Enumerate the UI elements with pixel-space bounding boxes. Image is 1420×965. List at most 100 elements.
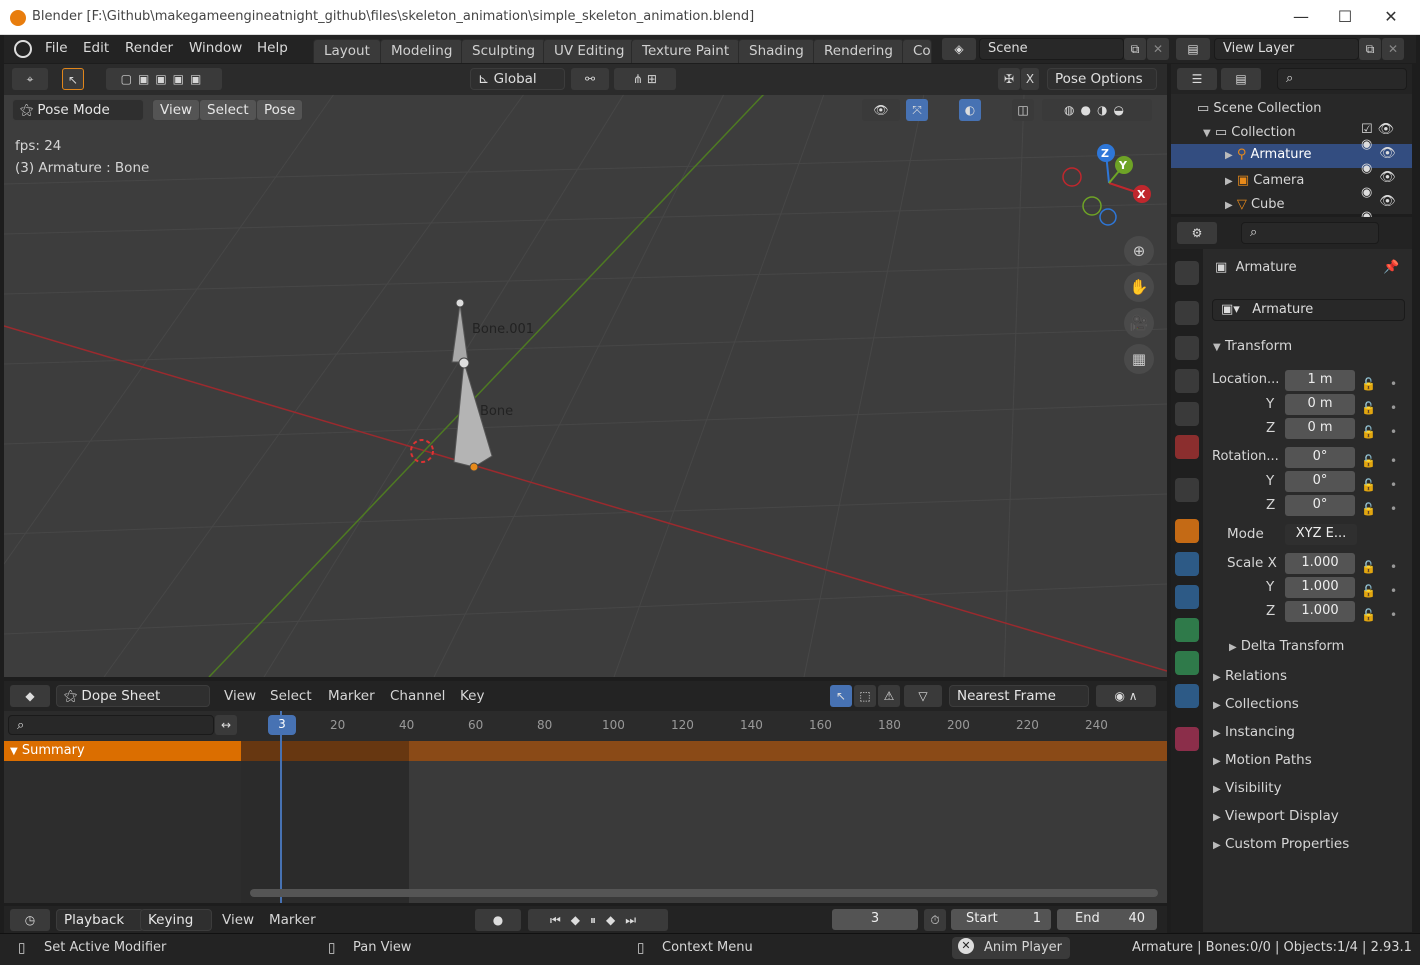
keying-dropdown[interactable]: Keying: [140, 909, 212, 931]
new-view-layer-icon[interactable]: ⧉: [1359, 38, 1381, 60]
rotation-x-field[interactable]: 0°: [1285, 447, 1355, 468]
tool-tab-icon[interactable]: [1175, 261, 1199, 285]
collection-tab-icon[interactable]: [1175, 478, 1199, 502]
shading-mode-icons[interactable]: ◍●◑◒: [1042, 99, 1152, 121]
render-tab-icon[interactable]: [1175, 301, 1199, 325]
maximize-button[interactable]: ☐: [1330, 6, 1360, 28]
object-tab-icon[interactable]: [1175, 519, 1199, 543]
outliner-row-cube[interactable]: ▶ ▽ Cube: [1225, 197, 1285, 212]
constraint-tab-icon[interactable]: [1175, 618, 1199, 642]
rotation-lock-icons[interactable]: 🔓• 🔓• 🔓•: [1361, 449, 1411, 521]
scale-z-field[interactable]: 1.000: [1285, 601, 1355, 622]
3d-viewport[interactable]: Bone.001 Bone ⌖ ↖ ▢▣▣▣▣ ⊾ Global ⚯ ⋔ ⊞ ✠…: [4, 64, 1167, 677]
cancel-job-icon[interactable]: ✕: [958, 938, 974, 954]
modifier-tab-icon[interactable]: [1175, 552, 1199, 576]
tab-layout[interactable]: Layout: [313, 39, 381, 63]
dope-menu-view[interactable]: View: [224, 688, 256, 704]
editor-type-icon[interactable]: ⌖: [12, 68, 48, 90]
gizmo-toggle-icon[interactable]: ⤧: [906, 99, 928, 121]
outliner-search-input[interactable]: ⌕: [1277, 68, 1407, 90]
tab-compositing[interactable]: Co: [902, 39, 932, 63]
bone-tab-icon[interactable]: [1175, 684, 1199, 708]
anim-player-job[interactable]: ✕ Anim Player: [952, 937, 1070, 959]
transform-panel-header[interactable]: ▼ Transform: [1213, 338, 1292, 354]
dope-menu-channel[interactable]: Channel: [390, 688, 445, 704]
outliner-editor-icon[interactable]: ☰: [1177, 68, 1217, 90]
tab-modeling[interactable]: Modeling: [380, 39, 464, 63]
only-selected-icon[interactable]: ↖: [830, 685, 852, 707]
relations-panel[interactable]: ▶ Relations: [1213, 668, 1287, 684]
tab-texture-paint[interactable]: Texture Paint: [631, 39, 741, 63]
orientation-dropdown[interactable]: ⊾ Global: [470, 68, 565, 90]
rotation-y-field[interactable]: 0°: [1285, 471, 1355, 492]
auto-keying-icon[interactable]: ●: [475, 909, 521, 931]
frame-ruler[interactable]: 20 40 60 80 100 120 140 160 180 200 220 …: [241, 711, 1167, 741]
object-datablock-field[interactable]: ▣▾ Armature: [1212, 299, 1405, 321]
menu-help[interactable]: Help: [257, 40, 288, 56]
rotation-mode-dropdown[interactable]: XYZ E...: [1285, 524, 1357, 545]
visibility-icon[interactable]: 👁: [862, 99, 900, 121]
view-layer-field[interactable]: View Layer: [1214, 38, 1359, 60]
channel-search-input[interactable]: ⌕: [8, 715, 214, 735]
end-frame-field[interactable]: End 40: [1057, 909, 1157, 930]
pin-icon[interactable]: 📌: [1383, 260, 1399, 275]
overlay-toggle-icon[interactable]: ◐: [959, 99, 981, 121]
remove-scene-icon[interactable]: ✕: [1147, 38, 1169, 60]
preview-range-icon[interactable]: ⏱: [924, 909, 946, 931]
collection-row[interactable]: ▼ ▭ Collection: [1203, 125, 1296, 140]
data-tab-icon[interactable]: [1175, 651, 1199, 675]
pan-hand-icon[interactable]: ✋: [1124, 272, 1154, 302]
collections-panel[interactable]: ▶ Collections: [1213, 696, 1299, 712]
pose-x-icon[interactable]: X: [1021, 68, 1039, 90]
menu-file[interactable]: File: [45, 40, 68, 56]
viewport-display-panel[interactable]: ▶ Viewport Display: [1213, 808, 1339, 824]
menu-edit[interactable]: Edit: [83, 40, 109, 56]
properties-search-input[interactable]: ⌕: [1241, 222, 1379, 244]
instancing-panel[interactable]: ▶ Instancing: [1213, 724, 1295, 740]
visibility-panel[interactable]: ▶ Visibility: [1213, 780, 1282, 796]
playback-dropdown[interactable]: Playback: [56, 909, 144, 931]
snap-mode-dropdown[interactable]: Nearest Frame: [949, 685, 1089, 707]
outliner-row-camera[interactable]: ▶ ▣ Camera: [1225, 173, 1304, 188]
timeline-menu-marker[interactable]: Marker: [269, 912, 316, 928]
delta-transform-panel[interactable]: ▶ Delta Transform: [1229, 639, 1344, 654]
rotation-z-field[interactable]: 0°: [1285, 495, 1355, 516]
swap-icon[interactable]: ↔: [215, 715, 237, 735]
filter-icon[interactable]: ▽: [904, 685, 942, 707]
tab-rendering[interactable]: Rendering: [813, 39, 904, 63]
playhead-frame-badge[interactable]: 3: [268, 715, 296, 735]
pose-options-dropdown[interactable]: Pose Options: [1047, 68, 1157, 90]
view-layer-icon[interactable]: ▤: [1176, 38, 1210, 60]
close-button[interactable]: ✕: [1376, 6, 1406, 28]
tab-uv-editing[interactable]: UV Editing: [543, 39, 636, 63]
view-layer-tab-icon[interactable]: [1175, 369, 1199, 393]
menu-pose[interactable]: Pose: [256, 99, 304, 121]
menu-window[interactable]: Window: [189, 40, 242, 56]
dope-editor-type-icon[interactable]: ◆: [10, 685, 50, 707]
select-tool-icon[interactable]: ↖: [62, 68, 84, 90]
hidden-icon[interactable]: ⬚: [854, 685, 876, 707]
pivot-icon[interactable]: ⚯: [571, 68, 609, 90]
world-tab-icon[interactable]: [1175, 435, 1199, 459]
menu-view[interactable]: View: [152, 99, 201, 121]
playback-controls-icons[interactable]: ⏮◆⏸◆⏭: [528, 909, 668, 931]
dope-mode-dropdown[interactable]: ⚝ Dope Sheet: [56, 685, 210, 707]
location-x-field[interactable]: 1 m: [1285, 370, 1355, 391]
custom-properties-panel[interactable]: ▶ Custom Properties: [1213, 836, 1349, 852]
display-mode-icon[interactable]: ▤: [1221, 68, 1261, 90]
texture-tab-icon[interactable]: [1175, 727, 1199, 751]
summary-channel[interactable]: ▼ Summary: [4, 741, 241, 761]
output-tab-icon[interactable]: [1175, 336, 1199, 360]
scene-field[interactable]: Scene: [979, 38, 1124, 60]
properties-editor-icon[interactable]: ⚙: [1177, 222, 1217, 244]
errors-icon[interactable]: ⚠: [878, 685, 900, 707]
scene-tab-icon[interactable]: [1175, 402, 1199, 426]
dope-menu-select[interactable]: Select: [270, 688, 312, 704]
mode-dropdown[interactable]: ⚝ Pose Mode: [12, 99, 144, 121]
physics-tab-icon[interactable]: [1175, 585, 1199, 609]
start-frame-field[interactable]: Start 1: [951, 909, 1051, 930]
current-frame-field[interactable]: 3: [832, 909, 918, 930]
dope-menu-marker[interactable]: Marker: [328, 688, 375, 704]
menu-render[interactable]: Render: [125, 40, 173, 56]
scene-selector-icon[interactable]: ◈: [942, 38, 976, 60]
